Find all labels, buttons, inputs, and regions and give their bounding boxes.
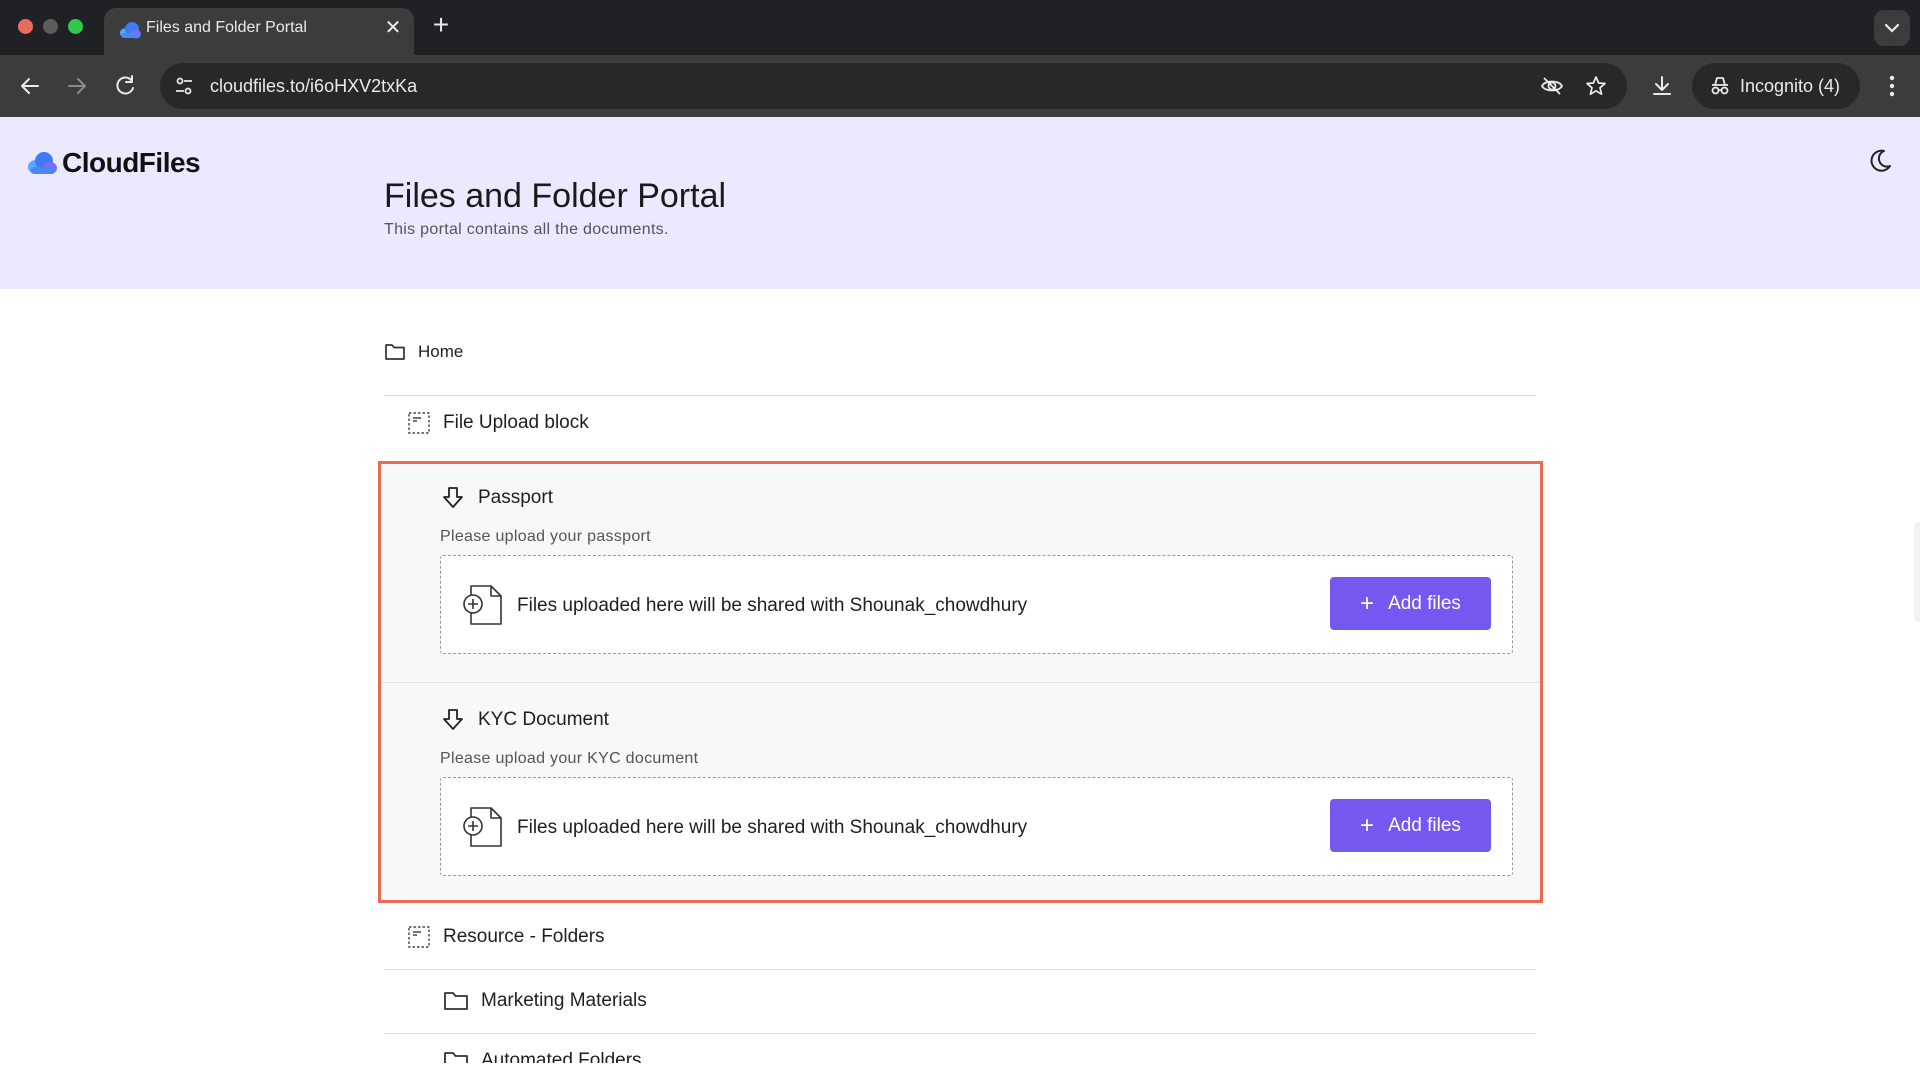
upload-item-title: KYC Document [440,706,609,734]
upload-item-title: Passport [440,484,553,512]
eye-off-icon[interactable] [1540,74,1564,98]
window-close-button[interactable] [18,19,33,34]
divider [384,395,1536,396]
incognito-indicator[interactable]: Incognito (4) [1692,63,1860,109]
folder-item-marketing-materials[interactable]: Marketing Materials [443,987,647,1015]
folder-item-automated-folders[interactable]: Automated Folders [443,1049,642,1063]
download-arrow-icon [443,487,463,508]
tab-close-icon[interactable]: ✕ [382,17,404,39]
page-title: Files and Folder Portal [384,177,727,215]
browser-toolbar: cloudfiles.to/i6oHXV2txKa Incognito (4) [0,55,1920,117]
folder-icon [385,344,405,360]
upload-item-passport: Passport Please upload your passport Fil… [381,464,1540,684]
add-files-button[interactable]: + Add files [1330,799,1491,852]
add-files-label: Add files [1388,814,1461,836]
address-bar[interactable]: cloudfiles.to/i6oHXV2txKa [160,63,1627,109]
file-upload-block-label: File Upload block [443,412,589,433]
folder-icon [444,992,468,1010]
cloud-favicon-icon [120,22,141,39]
add-files-label: Add files [1388,592,1461,614]
url-text: cloudfiles.to/i6oHXV2txKa [210,76,418,96]
breadcrumb[interactable]: Home [384,340,463,364]
add-files-button[interactable]: + Add files [1330,577,1491,630]
browser-tab-active[interactable]: Files and Folder Portal ✕ [104,8,414,55]
portal-header: CloudFiles Files and Folder Portal This … [0,117,1920,289]
folder-name: Marketing Materials [481,990,647,1011]
tab-title: Files and Folder Portal [146,19,307,36]
chevron-down-icon [1884,23,1900,33]
cloud-logo-icon [28,152,57,174]
file-upload-block-header: File Upload block [407,409,589,437]
divider [384,969,1536,970]
new-tab-button[interactable]: + [428,11,454,39]
tab-search-button[interactable] [1874,10,1910,46]
divider [384,1033,1536,1034]
site-settings-icon[interactable] [172,74,196,98]
browser-tab-bar: Files and Folder Portal ✕ + [0,0,1920,55]
folder-name: Automated Folders [481,1050,642,1063]
window-maximize-button[interactable] [68,19,83,34]
plus-icon: + [1360,811,1375,839]
folder-icon [444,1052,468,1063]
side-panel-handle[interactable] [1914,522,1920,622]
back-arrow-icon[interactable] [17,73,43,99]
download-icon[interactable] [1650,74,1674,98]
browser-menu-icon[interactable] [1880,72,1904,100]
plus-icon: + [1360,589,1375,617]
file-dropzone[interactable]: Files uploaded here will be shared with … [440,555,1513,654]
page-subtitle: This portal contains all the documents. [384,221,669,238]
upload-item-title-label: KYC Document [478,709,609,730]
download-arrow-icon [443,709,463,730]
window-minimize-button[interactable] [43,19,58,34]
file-add-icon [463,585,502,625]
reload-icon[interactable] [112,73,138,99]
incognito-icon [1711,77,1729,95]
upload-item-kyc-document: KYC Document Please upload your KYC docu… [381,686,1540,906]
dropzone-text: Files uploaded here will be shared with … [517,595,1028,616]
file-add-icon [463,807,502,847]
block-icon [408,926,430,948]
resource-block-label: Resource - Folders [443,926,605,947]
divider [381,682,1540,683]
block-icon [408,412,430,434]
upload-item-description: Please upload your KYC document [440,750,699,767]
logo-text: CloudFiles [62,147,201,178]
incognito-label: Incognito (4) [1740,76,1841,96]
bookmark-star-icon[interactable] [1584,74,1608,98]
cloudfiles-logo[interactable]: CloudFiles [26,145,201,181]
portal-page: CloudFiles Files and Folder Portal This … [0,117,1920,1080]
file-upload-block: Passport Please upload your passport Fil… [378,461,1543,903]
resource-block-header: Resource - Folders [407,923,605,951]
forward-arrow-icon[interactable] [64,73,90,99]
dark-mode-moon-icon[interactable] [1866,147,1894,175]
dropzone-text: Files uploaded here will be shared with … [517,817,1028,838]
file-dropzone[interactable]: Files uploaded here will be shared with … [440,777,1513,876]
upload-item-title-label: Passport [478,487,553,508]
upload-item-description: Please upload your passport [440,528,651,545]
breadcrumb-home: Home [418,342,464,361]
